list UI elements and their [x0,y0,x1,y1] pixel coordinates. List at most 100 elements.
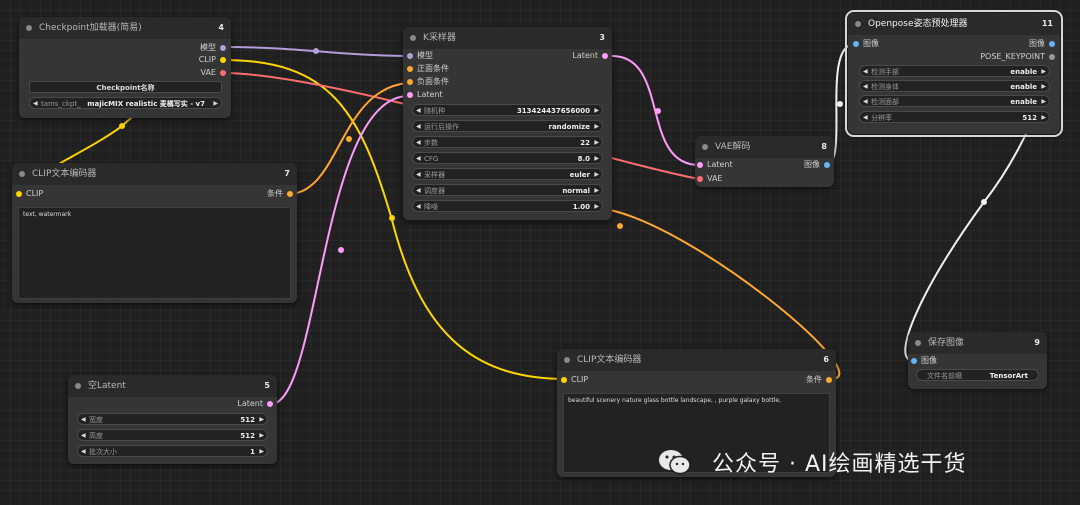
output-vae[interactable]: VAE [201,67,226,79]
input-latent[interactable]: Latent [697,159,733,171]
node-checkpoint-loader[interactable]: Checkpoint加载器(简易) 4 模型 CLIP VAE Checkpoi… [19,17,231,118]
input-vae[interactable]: VAE [697,173,723,185]
node-title-bar[interactable]: Openpose姿态预处理器 11 [848,13,1060,35]
widget-width[interactable]: ◀ 宽度 512 ▶ [77,413,268,425]
input-positive[interactable]: 正面条件 [407,63,449,75]
collapse-dot-icon[interactable] [26,25,32,31]
output-conditioning[interactable]: 条件 [267,188,293,200]
node-title-bar[interactable]: CLIP文本编码器 6 [557,349,836,371]
arrow-left-icon[interactable]: ◀ [863,112,868,124]
widget-denoise[interactable]: ◀ 降噪 1.00 ▶ [412,200,603,212]
node-title-bar[interactable]: CLIP文本编码器 7 [12,163,297,185]
arrow-right-icon[interactable]: ▶ [259,414,264,426]
output-dot-icon[interactable] [826,377,832,383]
arrow-right-icon[interactable]: ▶ [594,169,599,181]
arrow-left-icon[interactable]: ◀ [863,81,868,93]
output-clip[interactable]: CLIP [199,54,226,66]
node-vae-decode[interactable]: VAE解码 8 Latent 图像 VAE [695,136,834,187]
output-dot-icon[interactable] [220,70,226,76]
widget-filename-prefix[interactable]: 文件名前缀 TensorArt [916,369,1039,381]
widget-control-after-generate[interactable]: ◀ 运行后操作 randomize ▶ [412,120,603,132]
collapse-dot-icon[interactable] [75,383,81,389]
widget-height[interactable]: ◀ 高度 512 ▶ [77,429,268,441]
arrow-right-icon[interactable]: ▶ [594,121,599,133]
arrow-right-icon[interactable]: ▶ [1041,81,1046,93]
arrow-right-icon[interactable]: ▶ [594,201,599,213]
input-latent[interactable]: Latent [407,89,443,101]
arrow-left-icon[interactable]: ◀ [863,66,868,78]
prompt-textarea[interactable]: text, watermark [18,207,291,299]
widget-sampler[interactable]: ◀ 采样器 euler ▶ [412,168,603,180]
output-conditioning[interactable]: 条件 [806,374,832,386]
input-dot-icon[interactable] [407,53,413,59]
output-pose-keypoint[interactable]: POSE_KEYPOINT [980,51,1055,63]
arrow-right-icon[interactable]: ▶ [259,446,264,458]
node-title-bar[interactable]: 保存图像 9 [908,332,1047,354]
widget-detect-body[interactable]: ◀ 检测身体 enable ▶ [859,80,1050,92]
arrow-left-icon[interactable]: ◀ [81,446,86,458]
arrow-left-icon[interactable]: ◀ [416,169,421,181]
input-dot-icon[interactable] [697,176,703,182]
node-save-image[interactable]: 保存图像 9 图像 文件名前缀 TensorArt [908,332,1047,389]
arrow-right-icon[interactable]: ▶ [594,137,599,149]
collapse-dot-icon[interactable] [915,340,921,346]
output-model[interactable]: 模型 [200,42,226,54]
input-dot-icon[interactable] [407,66,413,72]
arrow-right-icon[interactable]: ▶ [1041,66,1046,78]
input-dot-icon[interactable] [407,79,413,85]
output-dot-icon[interactable] [220,45,226,51]
widget-cfg[interactable]: ◀ CFG 8.0 ▶ [412,152,603,164]
node-clip-text-encode-negative[interactable]: CLIP文本编码器 7 CLIP 条件 text, watermark [12,163,297,303]
input-dot-icon[interactable] [911,358,917,364]
output-dot-icon[interactable] [1049,41,1055,47]
node-title-bar[interactable]: VAE解码 8 [695,136,834,158]
output-dot-icon[interactable] [1049,54,1055,60]
arrow-right-icon[interactable]: ▶ [594,105,599,117]
input-model[interactable]: 模型 [407,50,433,62]
output-dot-icon[interactable] [287,191,293,197]
arrow-left-icon[interactable]: ◀ [416,153,421,165]
widget-detect-hand[interactable]: ◀ 检测手部 enable ▶ [859,65,1050,77]
arrow-right-icon[interactable]: ▶ [1041,112,1046,124]
arrow-right-icon[interactable]: ▶ [213,98,218,110]
arrow-left-icon[interactable]: ◀ [416,105,421,117]
arrow-left-icon[interactable]: ◀ [416,185,421,197]
widget-resolution[interactable]: ◀ 分辨率 512 ▶ [859,111,1050,123]
node-openpose-preprocessor[interactable]: Openpose姿态预处理器 11 图像 图像 POSE_KEYPOINT ◀ … [845,10,1063,137]
node-title-bar[interactable]: 空Latent 5 [68,375,277,397]
node-canvas[interactable]: Checkpoint加载器(简易) 4 模型 CLIP VAE Checkpoi… [0,0,1080,505]
input-dot-icon[interactable] [853,41,859,47]
input-dot-icon[interactable] [16,191,22,197]
arrow-right-icon[interactable]: ▶ [259,430,264,442]
widget-scheduler[interactable]: ◀ 调度器 normal ▶ [412,184,603,196]
arrow-right-icon[interactable]: ▶ [594,185,599,197]
arrow-left-icon[interactable]: ◀ [416,137,421,149]
input-dot-icon[interactable] [561,377,567,383]
ckpt-select[interactable]: ◀ tams_ckpt_ majicMIX realistic 麦橘写实 - v… [29,97,222,109]
arrow-left-icon[interactable]: ◀ [416,121,421,133]
input-clip[interactable]: CLIP [561,374,588,386]
output-latent[interactable]: Latent [237,398,273,410]
output-image[interactable]: 图像 [804,159,830,171]
arrow-left-icon[interactable]: ◀ [416,201,421,213]
widget-detect-face[interactable]: ◀ 检测面部 enable ▶ [859,95,1050,107]
node-ksampler[interactable]: K采样器 3 模型 Latent 正面条件 负面条件 Latent ◀ 随机种 … [403,27,612,220]
node-empty-latent[interactable]: 空Latent 5 Latent ◀ 宽度 512 ▶ ◀ 高度 512 ▶ ◀… [68,375,277,464]
output-dot-icon[interactable] [220,57,226,63]
output-dot-icon[interactable] [824,162,830,168]
collapse-dot-icon[interactable] [855,21,861,27]
arrow-right-icon[interactable]: ▶ [594,153,599,165]
arrow-right-icon[interactable]: ▶ [1041,96,1046,108]
input-dot-icon[interactable] [697,162,703,168]
output-image[interactable]: 图像 [1029,38,1055,50]
widget-steps[interactable]: ◀ 步数 22 ▶ [412,136,603,148]
output-latent[interactable]: Latent [572,50,608,62]
arrow-left-icon[interactable]: ◀ [81,430,86,442]
widget-seed[interactable]: ◀ 随机种 313424437656000 ▶ [412,104,603,116]
collapse-dot-icon[interactable] [410,35,416,41]
output-dot-icon[interactable] [267,401,273,407]
collapse-dot-icon[interactable] [564,357,570,363]
input-clip[interactable]: CLIP [16,188,43,200]
arrow-left-icon[interactable]: ◀ [33,98,38,110]
input-dot-icon[interactable] [407,92,413,98]
